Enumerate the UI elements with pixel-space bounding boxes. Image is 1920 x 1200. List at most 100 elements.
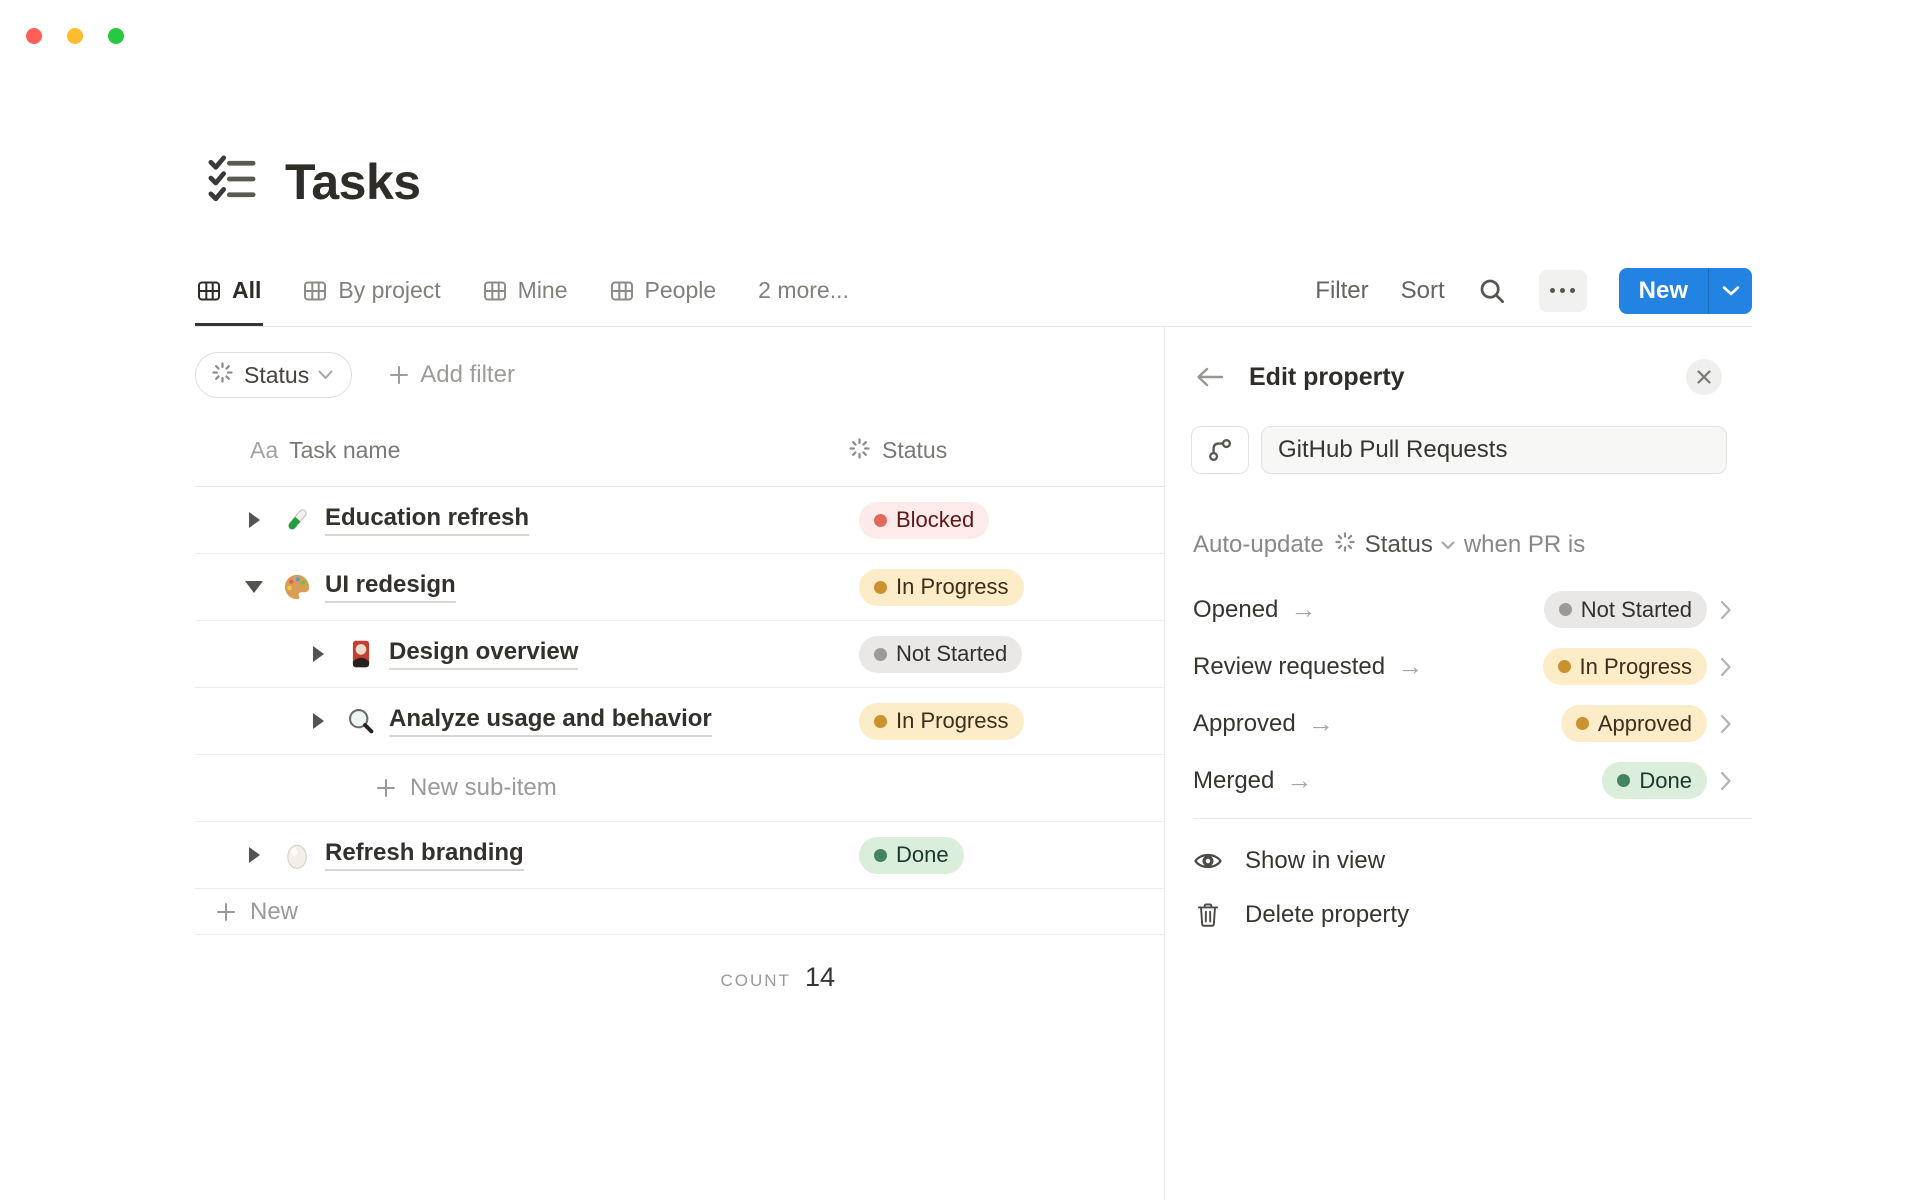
- task-link[interactable]: Refresh branding: [325, 839, 524, 871]
- tab-label: 2 more...: [758, 277, 849, 303]
- more-options-button[interactable]: [1538, 269, 1587, 312]
- search-icon[interactable]: [1477, 276, 1507, 306]
- task-link[interactable]: UI redesign: [325, 571, 456, 603]
- new-task-row[interactable]: New: [195, 889, 1164, 935]
- status-dot: [874, 848, 887, 862]
- arrow-right-icon: →: [1307, 708, 1334, 738]
- mapping-status-select[interactable]: Done: [1602, 762, 1732, 799]
- new-sub-item-label: New sub-item: [410, 774, 557, 801]
- tab-label: By project: [338, 277, 441, 303]
- edit-property-panel: Edit property Auto-update Status when P: [1165, 327, 1752, 1200]
- status-badge: Not Started: [1543, 591, 1707, 628]
- filter-bar: Status Add filter: [195, 352, 515, 398]
- auto-update-property-select[interactable]: Status: [1333, 530, 1455, 561]
- table-view-icon: [197, 280, 221, 302]
- new-sub-item-row[interactable]: New sub-item: [195, 755, 1164, 822]
- status-badge[interactable]: Blocked: [859, 501, 990, 539]
- status-dot: [874, 647, 887, 661]
- new-button-label[interactable]: New: [1619, 268, 1708, 314]
- chevron-down-icon: [1722, 285, 1739, 295]
- close-icon: [1697, 370, 1711, 384]
- window-controls: [26, 28, 124, 44]
- table-row: Education refresh Blocked: [195, 487, 1164, 554]
- show-in-view-button[interactable]: Show in view: [1193, 834, 1732, 888]
- task-link[interactable]: Education refresh: [325, 504, 530, 536]
- mapping-row-approved: Approved → Approved: [1193, 695, 1732, 752]
- add-filter-label: Add filter: [420, 361, 515, 388]
- status-dot: [874, 513, 887, 527]
- view-toolbar: Filter Sort New: [1315, 267, 1752, 314]
- palette-emoji: [281, 571, 313, 603]
- task-link[interactable]: Design overview: [389, 638, 579, 670]
- status-badge[interactable]: Not Started: [859, 635, 1023, 673]
- auto-update-property-label: Status: [1364, 531, 1433, 558]
- close-panel-button[interactable]: [1686, 359, 1722, 395]
- zoom-window-button[interactable]: [108, 28, 124, 44]
- minimize-window-button[interactable]: [67, 28, 83, 44]
- chevron-down-icon: [318, 370, 333, 379]
- table-footer-count: COUNT 14: [195, 962, 836, 993]
- expand-toggle[interactable]: [239, 847, 269, 863]
- tab-label: All: [232, 277, 262, 303]
- status-badge[interactable]: In Progress: [859, 702, 1024, 740]
- sort-button[interactable]: Sort: [1401, 277, 1445, 305]
- table-row: Refresh branding Done: [195, 822, 1164, 889]
- expand-toggle[interactable]: [303, 646, 333, 662]
- auto-update-suffix: when PR is: [1463, 531, 1586, 558]
- filter-button[interactable]: Filter: [1315, 277, 1368, 305]
- plus-icon: [390, 366, 409, 384]
- tab-mine[interactable]: Mine: [481, 255, 570, 326]
- tasks-table: Aa Task name Status Education refresh Bl…: [195, 415, 1164, 935]
- panel-header: Edit property: [1195, 355, 1722, 399]
- pr-status-mappings: Opened → Not Started Review requested → …: [1193, 581, 1732, 809]
- section-divider: [1193, 818, 1752, 819]
- view-tabs: All By project Mine People 2 more...: [195, 255, 851, 326]
- close-window-button[interactable]: [26, 28, 42, 44]
- property-name-input[interactable]: [1261, 426, 1727, 474]
- show-in-view-label: Show in view: [1245, 847, 1386, 874]
- back-arrow-icon[interactable]: [1195, 365, 1225, 389]
- auto-update-row: Auto-update Status when PR is: [1193, 527, 1585, 563]
- tab-more-views[interactable]: 2 more...: [756, 255, 851, 326]
- plus-icon: [217, 902, 235, 921]
- column-status[interactable]: Status: [882, 437, 947, 464]
- status-badge[interactable]: Done: [859, 836, 964, 874]
- mapping-status-select[interactable]: In Progress: [1542, 648, 1733, 685]
- view-tabbar: All By project Mine People 2 more... Fil…: [195, 255, 1752, 327]
- tab-all[interactable]: All: [195, 255, 263, 326]
- tab-by-project[interactable]: By project: [301, 255, 442, 326]
- tab-people[interactable]: People: [608, 255, 719, 326]
- expand-toggle[interactable]: [239, 512, 269, 528]
- column-task-name[interactable]: Task name: [289, 437, 400, 464]
- expand-toggle[interactable]: [303, 713, 333, 729]
- status-filter-label: Status: [244, 361, 310, 388]
- status-filter-chip[interactable]: Status: [195, 352, 353, 398]
- chevron-right-icon: [1720, 714, 1731, 733]
- status-badge[interactable]: In Progress: [859, 568, 1024, 606]
- add-filter-button[interactable]: Add filter: [388, 361, 515, 389]
- ellipsis-icon: [1550, 288, 1576, 293]
- mapping-row-merged: Merged → Done: [1193, 752, 1732, 809]
- tab-label: People: [644, 277, 717, 303]
- mapping-status-select[interactable]: Approved: [1560, 705, 1732, 742]
- text-property-icon: Aa: [250, 437, 279, 463]
- new-button-dropdown[interactable]: [1708, 267, 1752, 314]
- page-title: Tasks: [285, 153, 421, 210]
- collapse-toggle[interactable]: [239, 581, 269, 593]
- arrow-right-icon: →: [1286, 765, 1313, 795]
- count-label[interactable]: COUNT: [721, 971, 791, 991]
- task-link[interactable]: Analyze usage and behavior: [389, 705, 712, 737]
- status-badge: Done: [1602, 762, 1707, 799]
- chevron-right-icon: [1720, 600, 1731, 619]
- status-spinner-icon: [210, 360, 235, 390]
- tab-label: Mine: [517, 277, 568, 303]
- property-icon-button[interactable]: [1191, 426, 1249, 474]
- table-view-icon: [303, 280, 327, 302]
- git-branch-icon: [1209, 439, 1231, 461]
- status-badge: Approved: [1560, 705, 1707, 742]
- mapping-row-opened: Opened → Not Started: [1193, 581, 1732, 638]
- status-dot: [874, 580, 887, 594]
- delete-property-button[interactable]: Delete property: [1193, 888, 1732, 942]
- table-row: Design overview Not Started: [195, 621, 1164, 688]
- mapping-status-select[interactable]: Not Started: [1543, 591, 1732, 628]
